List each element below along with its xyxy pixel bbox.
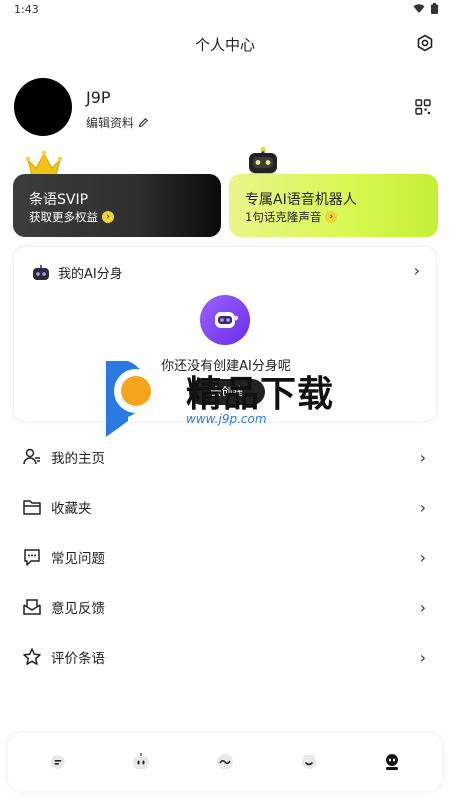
bottom-tab-bar bbox=[8, 733, 442, 791]
qr-code-icon bbox=[415, 99, 431, 115]
tab-chat[interactable] bbox=[46, 750, 70, 774]
edit-profile-link[interactable]: 编辑资料 bbox=[86, 114, 149, 131]
watermark-text: 精品下载 bbox=[186, 374, 335, 415]
chevron-right-icon: › bbox=[419, 547, 426, 567]
wifi-icon bbox=[413, 3, 425, 13]
chevron-right-icon: › bbox=[419, 597, 426, 617]
qr-code-button[interactable] bbox=[414, 98, 434, 118]
svip-title: 条语SVIP bbox=[29, 192, 89, 208]
user-home-icon bbox=[23, 448, 40, 465]
ai-avatar-illustration bbox=[200, 295, 250, 345]
character-icon bbox=[302, 755, 316, 769]
settings-hex-icon bbox=[417, 34, 433, 52]
ai-section-title: 我的AI分身 bbox=[58, 267, 123, 282]
robot-face-icon bbox=[215, 312, 239, 328]
robot-subtitle: 1句话克隆声音 › bbox=[245, 209, 338, 225]
menu-label: 我的主页 bbox=[51, 451, 105, 467]
svip-subtitle: 获取更多权益 › bbox=[29, 209, 114, 225]
menu-label: 评价条语 bbox=[51, 651, 105, 667]
menu-item-favorites[interactable]: 收藏夹 › bbox=[0, 482, 450, 532]
robot-icon bbox=[133, 753, 149, 769]
robot-subtitle-text: 1句话克隆声音 bbox=[245, 210, 322, 224]
chat-bubble-icon bbox=[51, 755, 65, 769]
pencil-icon bbox=[138, 118, 148, 128]
chevron-right-icon[interactable]: › bbox=[414, 261, 420, 280]
settings-button[interactable] bbox=[414, 32, 436, 54]
battery-icon bbox=[431, 3, 438, 14]
folder-icon bbox=[23, 500, 41, 515]
tab-character[interactable] bbox=[297, 750, 321, 774]
edit-profile-label: 编辑资料 bbox=[86, 116, 135, 130]
robot-title: 专属AI语音机器人 bbox=[245, 192, 357, 208]
menu-item-faq[interactable]: 常见问题 › bbox=[0, 532, 450, 582]
avatar[interactable] bbox=[14, 78, 72, 136]
chevron-right-icon: › bbox=[325, 211, 338, 223]
chevron-right-icon: › bbox=[419, 447, 426, 467]
status-icons bbox=[413, 3, 438, 14]
ai-section-header[interactable]: 我的AI分身 bbox=[32, 263, 123, 282]
feedback-mail-icon bbox=[23, 599, 41, 615]
watermark: 精品下载 www.j9p.com bbox=[98, 357, 358, 437]
svip-card[interactable]: 条语SVIP 获取更多权益 › bbox=[13, 174, 221, 237]
chevron-right-icon: › bbox=[419, 647, 426, 667]
wave-icon bbox=[217, 754, 233, 770]
username: J9P bbox=[86, 88, 111, 107]
menu-label: 常见问题 bbox=[51, 551, 105, 567]
profile-icon bbox=[386, 754, 398, 770]
watermark-url: www.j9p.com bbox=[186, 412, 267, 426]
chevron-right-icon: › bbox=[102, 211, 114, 223]
status-time: 1:43 bbox=[14, 3, 39, 16]
svip-subtitle-text: 获取更多权益 bbox=[29, 210, 98, 224]
star-icon bbox=[23, 648, 41, 665]
menu-label: 意见反馈 bbox=[51, 601, 105, 617]
menu-item-feedback[interactable]: 意见反馈 › bbox=[0, 582, 450, 632]
status-bar: 1:43 bbox=[0, 0, 450, 22]
menu-label: 收藏夹 bbox=[51, 501, 92, 517]
chevron-right-icon: › bbox=[419, 497, 426, 517]
robot-icon bbox=[33, 264, 49, 280]
profile-section: J9P 编辑资料 bbox=[14, 78, 436, 138]
watermark-logo-icon bbox=[106, 361, 158, 437]
tab-robot[interactable] bbox=[129, 750, 153, 774]
menu-item-homepage[interactable]: 我的主页 › bbox=[0, 432, 450, 482]
page-title: 个人中心 bbox=[194, 36, 255, 54]
ai-voice-robot-card[interactable]: 专属AI语音机器人 1句话克隆声音 › bbox=[229, 174, 438, 237]
menu-item-rate[interactable]: 评价条语 › bbox=[0, 632, 450, 682]
tab-profile[interactable] bbox=[380, 750, 404, 774]
tab-discover[interactable] bbox=[213, 750, 237, 774]
faq-chat-icon bbox=[24, 549, 40, 566]
